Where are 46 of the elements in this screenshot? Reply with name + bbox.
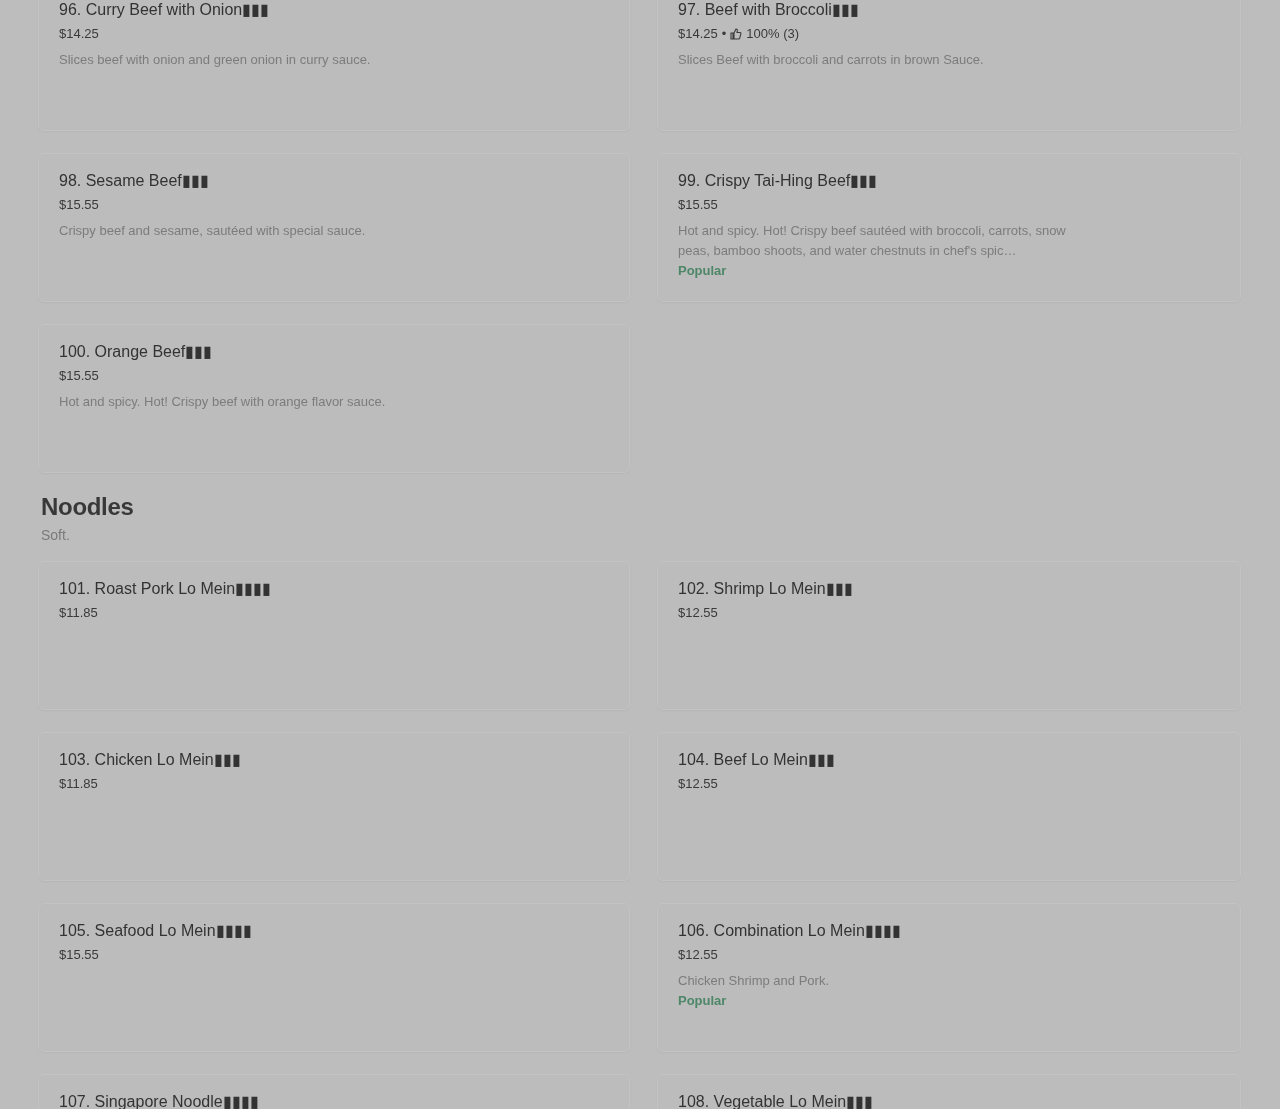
- item-title: 105. Seafood Lo Mein▮▮▮▮: [59, 921, 253, 941]
- section-subheading: Soft.: [41, 527, 71, 543]
- menu-item-card[interactable]: 101. Roast Pork Lo Mein▮▮▮▮ $11.85: [38, 561, 630, 710]
- item-price: $14.25: [59, 26, 99, 42]
- item-rating: 100% (3): [746, 26, 800, 42]
- menu-item-card[interactable]: 105. Seafood Lo Mein▮▮▮▮ $15.55: [38, 903, 630, 1052]
- item-price: $12.55: [678, 605, 718, 621]
- item-title: 104. Beef Lo Mein▮▮▮: [678, 750, 836, 770]
- menu-item-card[interactable]: 97. Beef with Broccoli▮▮▮ $14.25 • 100% (3) Slices Beef with broccoli and carrots in brown Sauce.: [657, 0, 1241, 131]
- popular-label: Popular: [678, 993, 728, 1008]
- item-title: 102. Shrimp Lo Mein▮▮▮: [678, 579, 854, 599]
- menu-item-card[interactable]: 99. Crispy Tai-Hing Beef▮▮▮ $15.55 Hot and spicy. Hot! Crispy beef sautéed with broccoli, carrots, snow peas, bamboo shoots, and water chestnuts in chef's spic… Popular: [657, 153, 1241, 302]
- popular-label: Popular: [678, 263, 728, 278]
- item-title: 101. Roast Pork Lo Mein▮▮▮▮: [59, 579, 273, 599]
- separator-dot: •: [721, 26, 727, 42]
- item-price: $15.55: [59, 947, 99, 963]
- item-price: $15.55: [59, 368, 99, 384]
- item-title: 99. Crispy Tai-Hing Beef▮▮▮: [678, 171, 879, 191]
- item-description: Slices beef with onion and green onion in curry sauce.: [59, 51, 372, 69]
- item-description: Hot and spicy. Hot! Crispy beef sautéed with broccoli, carrots, snow peas, bamboo shoots, and water chestnuts in chef's spic…: [678, 222, 1067, 260]
- item-price: $12.55: [678, 776, 718, 792]
- thumbs-up-icon: [730, 28, 743, 40]
- menu-item-card[interactable]: 100. Orange Beef▮▮▮ $15.55 Hot and spicy. Hot! Crispy beef with orange flavor sauce.: [38, 324, 630, 473]
- item-title: 98. Sesame Beef▮▮▮: [59, 171, 210, 191]
- item-description: Slices Beef with broccoli and carrots in brown Sauce.: [678, 51, 985, 69]
- item-description: Chicken Shrimp and Pork.: [678, 972, 830, 990]
- menu-item-card[interactable]: 106. Combination Lo Mein▮▮▮▮ $12.55 Chicken Shrimp and Pork. Popular: [657, 903, 1241, 1052]
- item-title: 100. Orange Beef▮▮▮: [59, 342, 214, 362]
- item-title: 97. Beef with Broccoli▮▮▮: [678, 0, 860, 20]
- item-price: $14.25: [678, 26, 718, 42]
- item-description: Hot and spicy. Hot! Crispy beef with orange flavor sauce.: [59, 393, 387, 411]
- item-price: $15.55: [678, 197, 718, 213]
- item-title: 103. Chicken Lo Mein▮▮▮: [59, 750, 242, 770]
- item-description: Crispy beef and sesame, sautéed with special sauce.: [59, 222, 367, 240]
- section-heading: Noodles: [41, 493, 135, 521]
- menu-item-card[interactable]: 96. Curry Beef with Onion▮▮▮ $14.25 Slices beef with onion and green onion in curry sauce.: [38, 0, 630, 131]
- menu-item-card[interactable]: 98. Sesame Beef▮▮▮ $15.55 Crispy beef and sesame, sautéed with special sauce.: [38, 153, 630, 302]
- item-price: $12.55: [678, 947, 718, 963]
- item-title: 106. Combination Lo Mein▮▮▮▮: [678, 921, 902, 941]
- item-price: $11.85: [59, 776, 98, 792]
- item-price: $11.85: [59, 605, 98, 621]
- menu-item-card[interactable]: 103. Chicken Lo Mein▮▮▮ $11.85: [38, 732, 630, 881]
- item-title: 96. Curry Beef with Onion▮▮▮: [59, 0, 271, 20]
- item-price: $15.55: [59, 197, 99, 213]
- menu-item-card[interactable]: 104. Beef Lo Mein▮▮▮ $12.55: [657, 732, 1241, 881]
- menu-item-card[interactable]: 102. Shrimp Lo Mein▮▮▮ $12.55: [657, 561, 1241, 710]
